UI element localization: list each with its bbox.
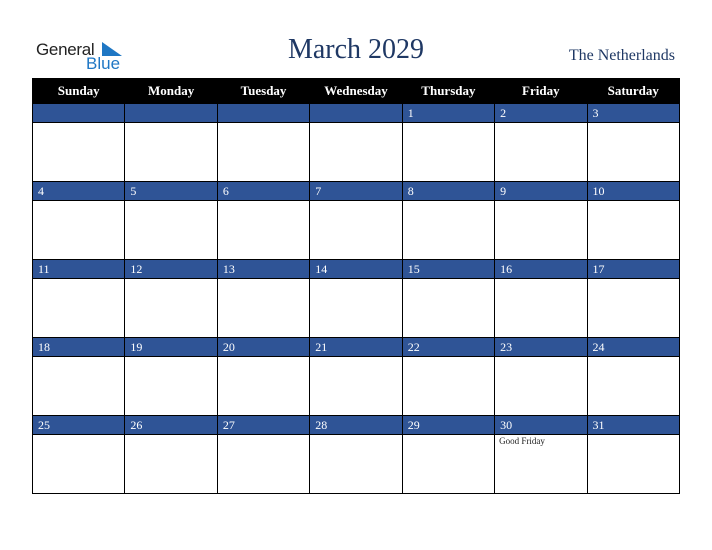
day-cell[interactable] <box>216 356 311 416</box>
day-number: 25 <box>31 415 126 435</box>
week-number-row: 123 <box>31 103 681 123</box>
weekday-friday: Friday <box>494 78 588 104</box>
day-number: 20 <box>216 337 311 357</box>
day-cell[interactable] <box>494 356 588 416</box>
day-number <box>216 103 311 123</box>
day-cell[interactable] <box>401 434 496 494</box>
weekday-sunday: Sunday <box>31 78 126 104</box>
day-number: 3 <box>586 103 681 123</box>
day-cell[interactable] <box>401 200 496 260</box>
day-number: 6 <box>216 181 311 201</box>
day-number <box>31 103 126 123</box>
day-number: 30 <box>494 415 588 435</box>
day-number: 16 <box>494 259 588 279</box>
day-number: 5 <box>124 181 218 201</box>
calendar-grid: Sunday Monday Tuesday Wednesday Thursday Frid… <box>31 78 681 494</box>
day-number: 15 <box>401 259 496 279</box>
week-body-row: Good Friday <box>31 434 681 494</box>
day-cell[interactable] <box>31 200 126 260</box>
day-cell[interactable] <box>124 200 218 260</box>
day-number: 1 <box>401 103 496 123</box>
week-number-row: 4 5 6 7 8 9 10 <box>31 181 681 201</box>
day-cell[interactable] <box>31 356 126 416</box>
day-cell[interactable] <box>494 278 588 338</box>
week-body-row <box>31 356 681 416</box>
day-cell[interactable] <box>309 356 403 416</box>
day-number: 18 <box>31 337 126 357</box>
day-number: 21 <box>309 337 403 357</box>
day-number: 14 <box>309 259 403 279</box>
day-number: 9 <box>494 181 588 201</box>
weekday-saturday: Saturday <box>586 78 681 104</box>
weekday-thursday: Thursday <box>401 78 496 104</box>
day-cell[interactable] <box>216 434 311 494</box>
day-number: 10 <box>586 181 681 201</box>
day-cell[interactable] <box>494 200 588 260</box>
day-cell[interactable] <box>216 200 311 260</box>
day-number: 22 <box>401 337 496 357</box>
day-cell[interactable] <box>124 434 218 494</box>
day-number: 4 <box>31 181 126 201</box>
week-body-row <box>31 200 681 260</box>
country-label: The Netherlands <box>568 47 675 64</box>
week-body-row <box>31 278 681 338</box>
day-cell[interactable] <box>309 278 403 338</box>
day-number: 28 <box>309 415 403 435</box>
day-cell[interactable] <box>216 122 311 182</box>
day-cell[interactable] <box>401 122 496 182</box>
day-number: 13 <box>216 259 311 279</box>
day-cell[interactable] <box>586 434 681 494</box>
day-number: 7 <box>309 181 403 201</box>
day-number: 8 <box>401 181 496 201</box>
day-number: 12 <box>124 259 218 279</box>
week-body-row <box>31 122 681 182</box>
day-cell[interactable] <box>309 200 403 260</box>
day-number: 27 <box>216 415 311 435</box>
day-number: 26 <box>124 415 218 435</box>
day-cell[interactable] <box>31 122 126 182</box>
day-cell[interactable] <box>124 356 218 416</box>
week-number-row: 18 19 20 21 22 23 24 <box>31 337 681 357</box>
day-cell[interactable] <box>586 200 681 260</box>
day-number: 24 <box>586 337 681 357</box>
day-cell[interactable] <box>31 278 126 338</box>
day-number: 31 <box>586 415 681 435</box>
day-cell[interactable] <box>309 434 403 494</box>
day-number: 19 <box>124 337 218 357</box>
week-number-row: 25 26 27 28 29 30 31 <box>31 415 681 435</box>
day-cell[interactable] <box>401 356 496 416</box>
day-cell[interactable] <box>31 434 126 494</box>
day-cell[interactable] <box>586 356 681 416</box>
day-number: 11 <box>31 259 126 279</box>
day-cell[interactable] <box>216 278 311 338</box>
weekday-monday: Monday <box>124 78 218 104</box>
day-cell[interactable] <box>401 278 496 338</box>
day-cell[interactable] <box>309 122 403 182</box>
holiday-label: Good Friday <box>499 436 545 446</box>
day-number: 17 <box>586 259 681 279</box>
day-number: 29 <box>401 415 496 435</box>
week-number-row: 11 12 13 14 15 16 17 <box>31 259 681 279</box>
day-number: 2 <box>494 103 588 123</box>
day-cell[interactable] <box>586 122 681 182</box>
weekday-tuesday: Tuesday <box>216 78 311 104</box>
day-cell[interactable] <box>124 122 218 182</box>
day-number: 23 <box>494 337 588 357</box>
weekday-header-row: Sunday Monday Tuesday Wednesday Thursday Frid… <box>31 78 681 104</box>
day-number <box>309 103 403 123</box>
day-cell[interactable] <box>124 278 218 338</box>
day-cell[interactable] <box>586 278 681 338</box>
day-cell[interactable]: Good Friday <box>494 434 588 494</box>
day-number <box>124 103 218 123</box>
day-cell[interactable] <box>494 122 588 182</box>
weekday-wednesday: Wednesday <box>309 78 403 104</box>
